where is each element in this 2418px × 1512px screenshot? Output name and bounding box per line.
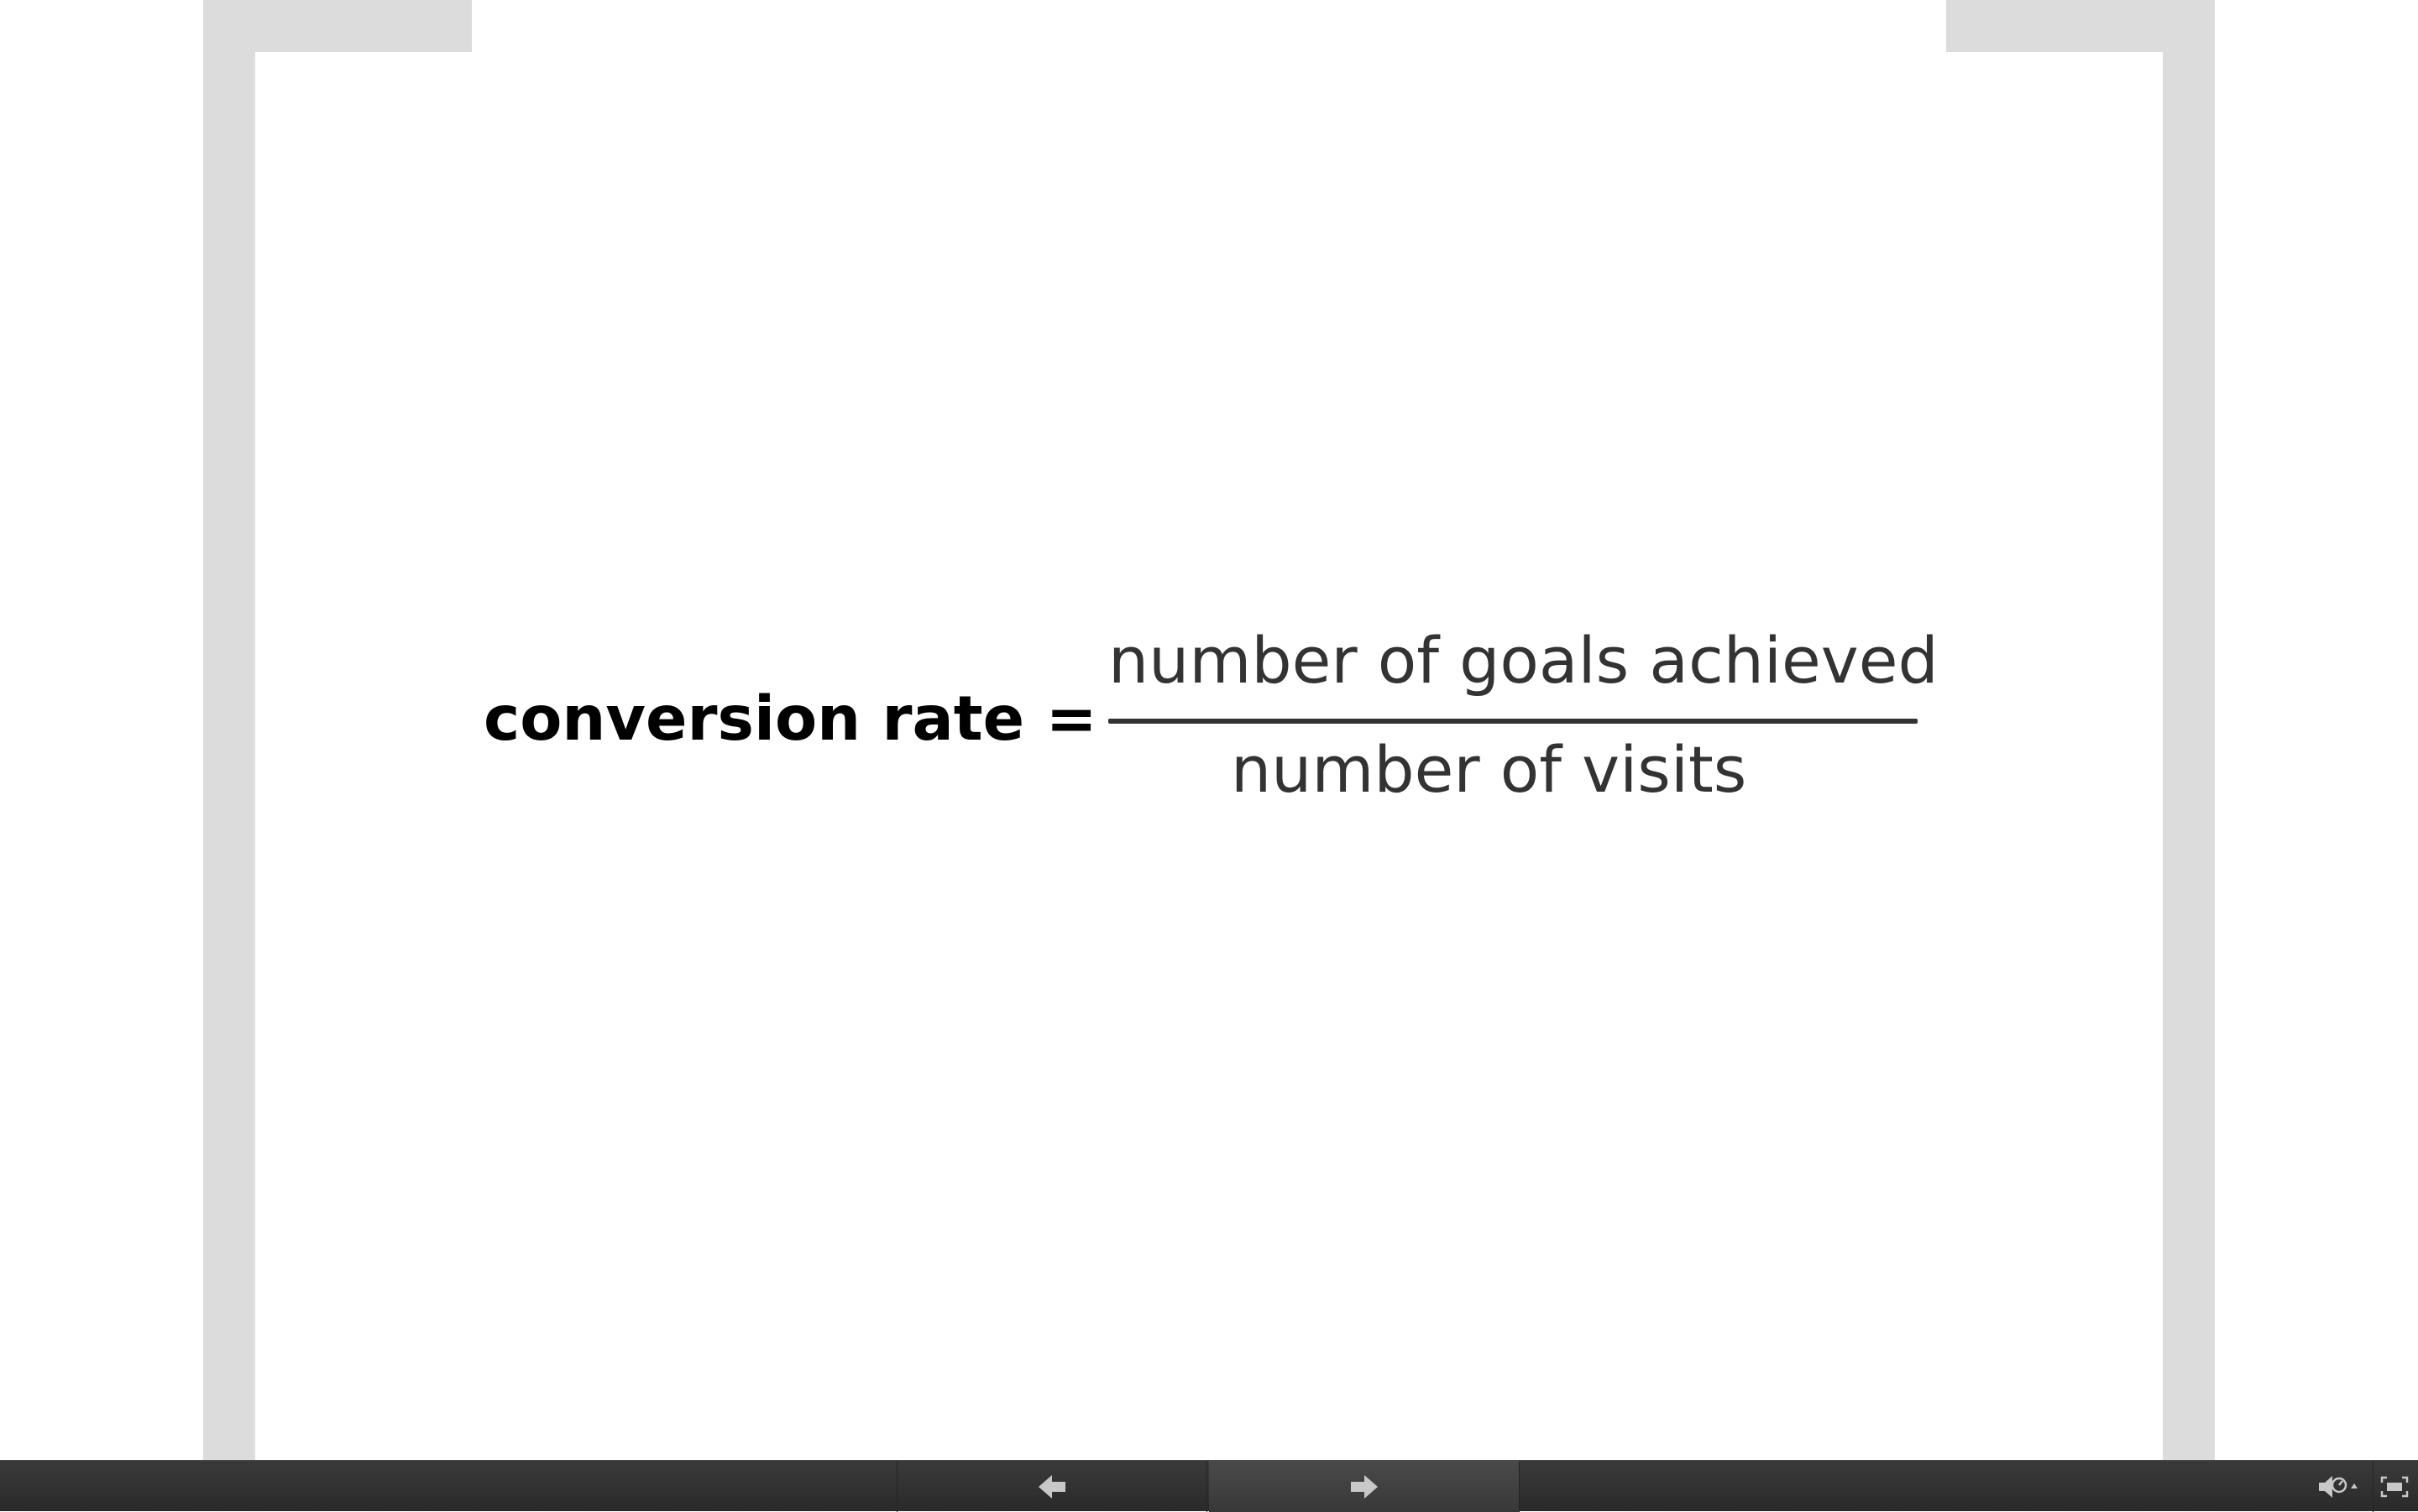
conversion-rate-formula: conversion rate = number of goals achiev… xyxy=(0,0,2418,1460)
formula-numerator: number of goals achieved xyxy=(1108,623,1939,698)
formula-lhs: conversion rate = xyxy=(484,683,1097,755)
slide-stage: conversion rate = number of goals achiev… xyxy=(0,0,2418,1460)
player-controlbar xyxy=(0,1460,2418,1512)
fraction-bar xyxy=(1108,719,1918,724)
fullscreen-icon xyxy=(2380,1476,2409,1497)
audio-options-button[interactable] xyxy=(2314,1461,2364,1512)
previous-slide-button[interactable] xyxy=(897,1461,1207,1512)
formula-denominator: number of visits xyxy=(1231,732,1747,807)
fullscreen-button[interactable] xyxy=(2373,1461,2415,1512)
next-slide-button[interactable] xyxy=(1209,1461,1520,1512)
arrow-left-icon xyxy=(1039,1474,1065,1499)
audio-options-icon xyxy=(2319,1475,2358,1498)
arrow-right-icon xyxy=(1350,1474,1378,1499)
